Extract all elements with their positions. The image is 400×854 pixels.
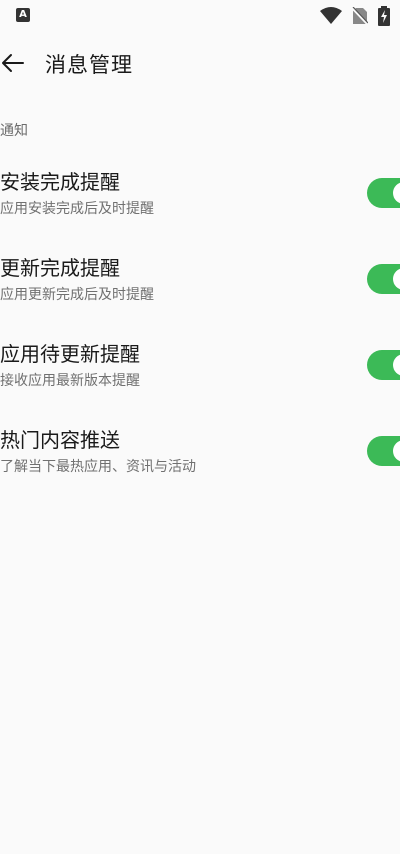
notification-a-icon: A: [16, 8, 30, 22]
install-complete-toggle[interactable]: [367, 178, 400, 208]
setting-update-complete[interactable]: 更新完成提醒 应用更新完成后及时提醒: [0, 254, 400, 314]
update-complete-toggle[interactable]: [367, 264, 400, 294]
wifi-icon: [320, 7, 342, 25]
no-sim-icon: [352, 7, 368, 25]
setting-install-complete[interactable]: 安装完成提醒 应用安装完成后及时提醒: [0, 168, 400, 228]
setting-description: 了解当下最热应用、资讯与活动: [0, 459, 196, 475]
back-button[interactable]: [0, 52, 26, 78]
setting-title: 更新完成提醒: [0, 256, 120, 280]
battery-charging-icon: [378, 6, 390, 26]
status-icons: [320, 6, 390, 26]
setting-title: 应用待更新提醒: [0, 342, 140, 366]
setting-title: 安装完成提醒: [0, 170, 120, 194]
arrow-left-icon: [1, 53, 25, 77]
setting-title: 热门内容推送: [0, 428, 120, 452]
section-header-notifications: 通知: [0, 123, 28, 139]
page-title: 消息管理: [45, 53, 133, 77]
setting-pending-update[interactable]: 应用待更新提醒 接收应用最新版本提醒: [0, 340, 400, 400]
app-bar: 消息管理: [0, 40, 400, 92]
hot-content-push-toggle[interactable]: [367, 436, 400, 466]
status-bar: A: [0, 0, 400, 32]
setting-description: 接收应用最新版本提醒: [0, 373, 140, 389]
setting-description: 应用更新完成后及时提醒: [0, 287, 154, 303]
pending-update-toggle[interactable]: [367, 350, 400, 380]
setting-hot-content-push[interactable]: 热门内容推送 了解当下最热应用、资讯与活动: [0, 426, 400, 486]
setting-description: 应用安装完成后及时提醒: [0, 201, 154, 217]
